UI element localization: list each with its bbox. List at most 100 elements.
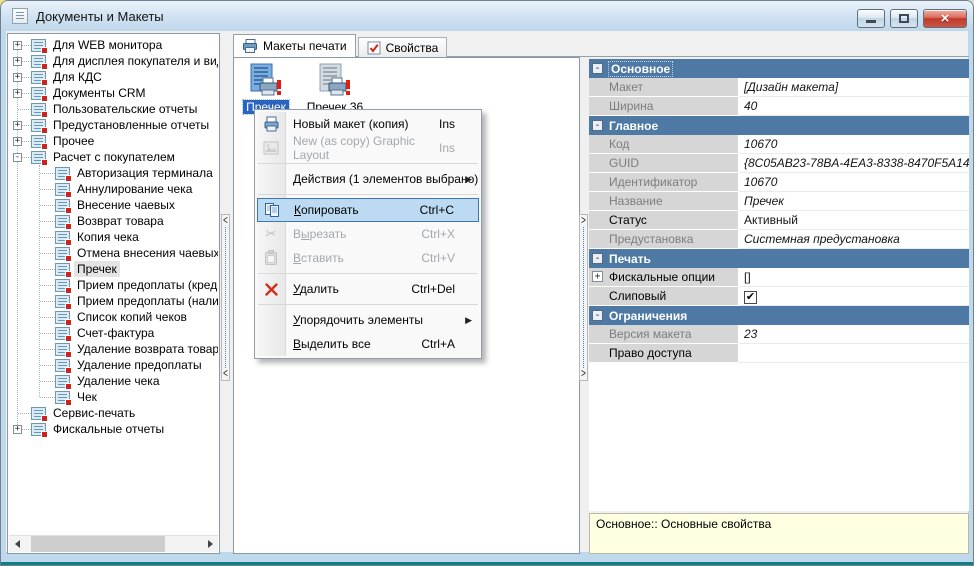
scrollbar-thumb[interactable] [31, 536, 165, 552]
tree-item[interactable]: Сервис-печать [9, 405, 218, 421]
tree-item[interactable]: Пользовательские отчеты [9, 101, 218, 117]
tree-item[interactable]: Возврат товара [9, 213, 218, 229]
property-row: Слиповый✔ [589, 287, 969, 306]
tree-item[interactable]: Авторизация терминала [9, 165, 218, 181]
window-bottom-edge [1, 562, 973, 565]
layouts-canvas[interactable]: Пречек 36Пречек Новый макет (копия)InsNe… [233, 57, 580, 554]
property-value[interactable]: 23 [739, 325, 969, 344]
tree-item[interactable]: Список копий чеков [9, 309, 218, 325]
context-menu-item[interactable]: Выделить всеCtrl+A [257, 332, 479, 356]
property-description: Основное:: Основные свойства [589, 513, 969, 554]
property-value[interactable]: [] [739, 268, 969, 287]
collapse-left-icon[interactable]: < [223, 215, 228, 227]
property-value[interactable]: 10670 [739, 135, 969, 154]
tree-item[interactable]: Аннулирование чека [9, 181, 218, 197]
tree-connector [40, 173, 55, 174]
context-menu-item[interactable]: КопироватьCtrl+C [257, 198, 479, 222]
tree-expander-icon[interactable]: + [13, 121, 22, 130]
collapse-icon[interactable]: - [592, 120, 603, 131]
tree-expander-icon[interactable]: + [13, 89, 22, 98]
property-value[interactable]: 40 [739, 97, 969, 116]
tree-expander-icon[interactable]: + [13, 41, 22, 50]
tree-expander-icon[interactable]: + [13, 73, 22, 82]
collapse-right-icon[interactable]: > [581, 368, 586, 380]
context-menu-item[interactable]: УдалитьCtrl+Del [257, 277, 479, 301]
tree-item[interactable]: +Для WEB монитора [9, 37, 218, 53]
tree-expander-icon[interactable]: - [13, 153, 22, 162]
window-controls: × [857, 9, 967, 28]
tree-connector [40, 317, 55, 318]
property-section-header[interactable]: -Печать [589, 249, 969, 268]
tree-item[interactable]: Удаление возврата товара [9, 341, 218, 357]
tree-item[interactable]: -Расчет с покупателем [9, 149, 218, 165]
tree-item[interactable]: Отмена внесения чаевых [9, 245, 218, 261]
tree-splitter[interactable]: < < [221, 214, 230, 381]
property-section-header[interactable]: -Ограничения [589, 306, 969, 325]
tree-item[interactable]: Счет-фактура [9, 325, 218, 341]
properties-splitter[interactable]: > > [579, 214, 588, 381]
scroll-right-arrow-icon[interactable] [202, 536, 218, 552]
collapse-left-icon[interactable]: < [223, 368, 228, 380]
property-label: Версия макета [589, 325, 739, 344]
tree-item[interactable]: +Предустановленные отчеты [9, 117, 218, 133]
property-value[interactable]: {8C05AB23-78BA-4EA3-8338-8470F5A140F3 [739, 154, 969, 173]
property-checkbox[interactable]: ✔ [744, 291, 757, 304]
property-value[interactable]: 10670 [739, 173, 969, 192]
tree-expander-icon[interactable]: + [13, 137, 22, 146]
tree-horizontal-scrollbar[interactable] [9, 535, 218, 552]
property-value[interactable]: Активный [739, 211, 969, 230]
collapse-icon[interactable]: - [592, 63, 603, 74]
tree-item[interactable]: Прием предоплаты (наличнь [9, 293, 218, 309]
property-value[interactable] [739, 344, 969, 363]
layout-item[interactable]: Пречек [239, 63, 293, 114]
menu-separator [258, 163, 478, 164]
expand-icon[interactable]: + [592, 271, 603, 282]
tree-item[interactable]: Копия чека [9, 229, 218, 245]
tree-connector [22, 77, 31, 78]
tab-properties[interactable]: Свойства [358, 37, 448, 57]
menu-shortcut: Ctrl+V [421, 251, 455, 265]
property-value[interactable]: Системная предустановка [739, 230, 969, 249]
tree-expander-icon[interactable]: + [13, 57, 22, 66]
tree-expander-icon[interactable]: + [13, 425, 22, 434]
tree-item[interactable]: Пречек [9, 261, 218, 277]
tab-print-layouts[interactable]: Макеты печати [233, 34, 356, 57]
collapse-icon[interactable]: - [592, 310, 603, 321]
scroll-left-arrow-icon[interactable] [9, 536, 25, 552]
property-section-header[interactable]: -Главное [589, 116, 969, 135]
tree-item[interactable]: +Фискальные отчеты [9, 421, 218, 437]
menu-shortcut: Ctrl+Del [411, 282, 455, 296]
tree-item[interactable]: Прием предоплаты (кредитк [9, 277, 218, 293]
property-value[interactable]: ✔ [739, 287, 969, 306]
tree-connector [40, 365, 55, 366]
context-menu-item[interactable]: Упорядочить элементы▶ [257, 308, 479, 332]
tree-item[interactable]: +Для дисплея покупателя и виде [9, 53, 218, 69]
tree-item-label: Счет-фактура [74, 325, 157, 341]
tree-item[interactable]: Удаление чека [9, 373, 218, 389]
minimize-button[interactable] [857, 9, 885, 28]
menu-shortcut: Ins [439, 117, 455, 131]
context-menu-item[interactable]: Действия (1 элементов выбрано)▶ [257, 167, 479, 191]
property-row: НазваниеПречек [589, 192, 969, 211]
tree-item[interactable]: Внесение чаевых [9, 197, 218, 213]
property-value[interactable]: Пречек [739, 192, 969, 211]
restore-button[interactable] [890, 9, 918, 28]
context-menu-item[interactable]: ✂ВырезатьCtrl+X [257, 222, 479, 246]
close-button[interactable]: × [923, 9, 967, 28]
collapse-right-icon[interactable]: > [581, 215, 586, 227]
layout-node-icon [55, 263, 70, 276]
context-menu-item[interactable]: ВставитьCtrl+V [257, 246, 479, 270]
tree-connector [40, 221, 55, 222]
layout-item[interactable]: Пречек 36 [298, 63, 372, 114]
tree-item[interactable]: +Документы CRM [9, 85, 218, 101]
tree-item[interactable]: +Прочее [9, 133, 218, 149]
layout-node-icon [31, 87, 46, 100]
collapse-icon[interactable]: - [592, 253, 603, 264]
tree-item[interactable]: Чек [9, 389, 218, 405]
property-value[interactable]: [Дизайн макета] [739, 78, 969, 97]
tree-item[interactable]: Удаление предоплаты [9, 357, 218, 373]
context-menu-item[interactable]: New (as copy) Graphic LayoutIns [257, 136, 479, 160]
tree-item[interactable]: +Для КДС [9, 69, 218, 85]
context-menu-item[interactable]: Новый макет (копия)Ins [257, 112, 479, 136]
property-section-header[interactable]: -Основное [589, 59, 969, 78]
